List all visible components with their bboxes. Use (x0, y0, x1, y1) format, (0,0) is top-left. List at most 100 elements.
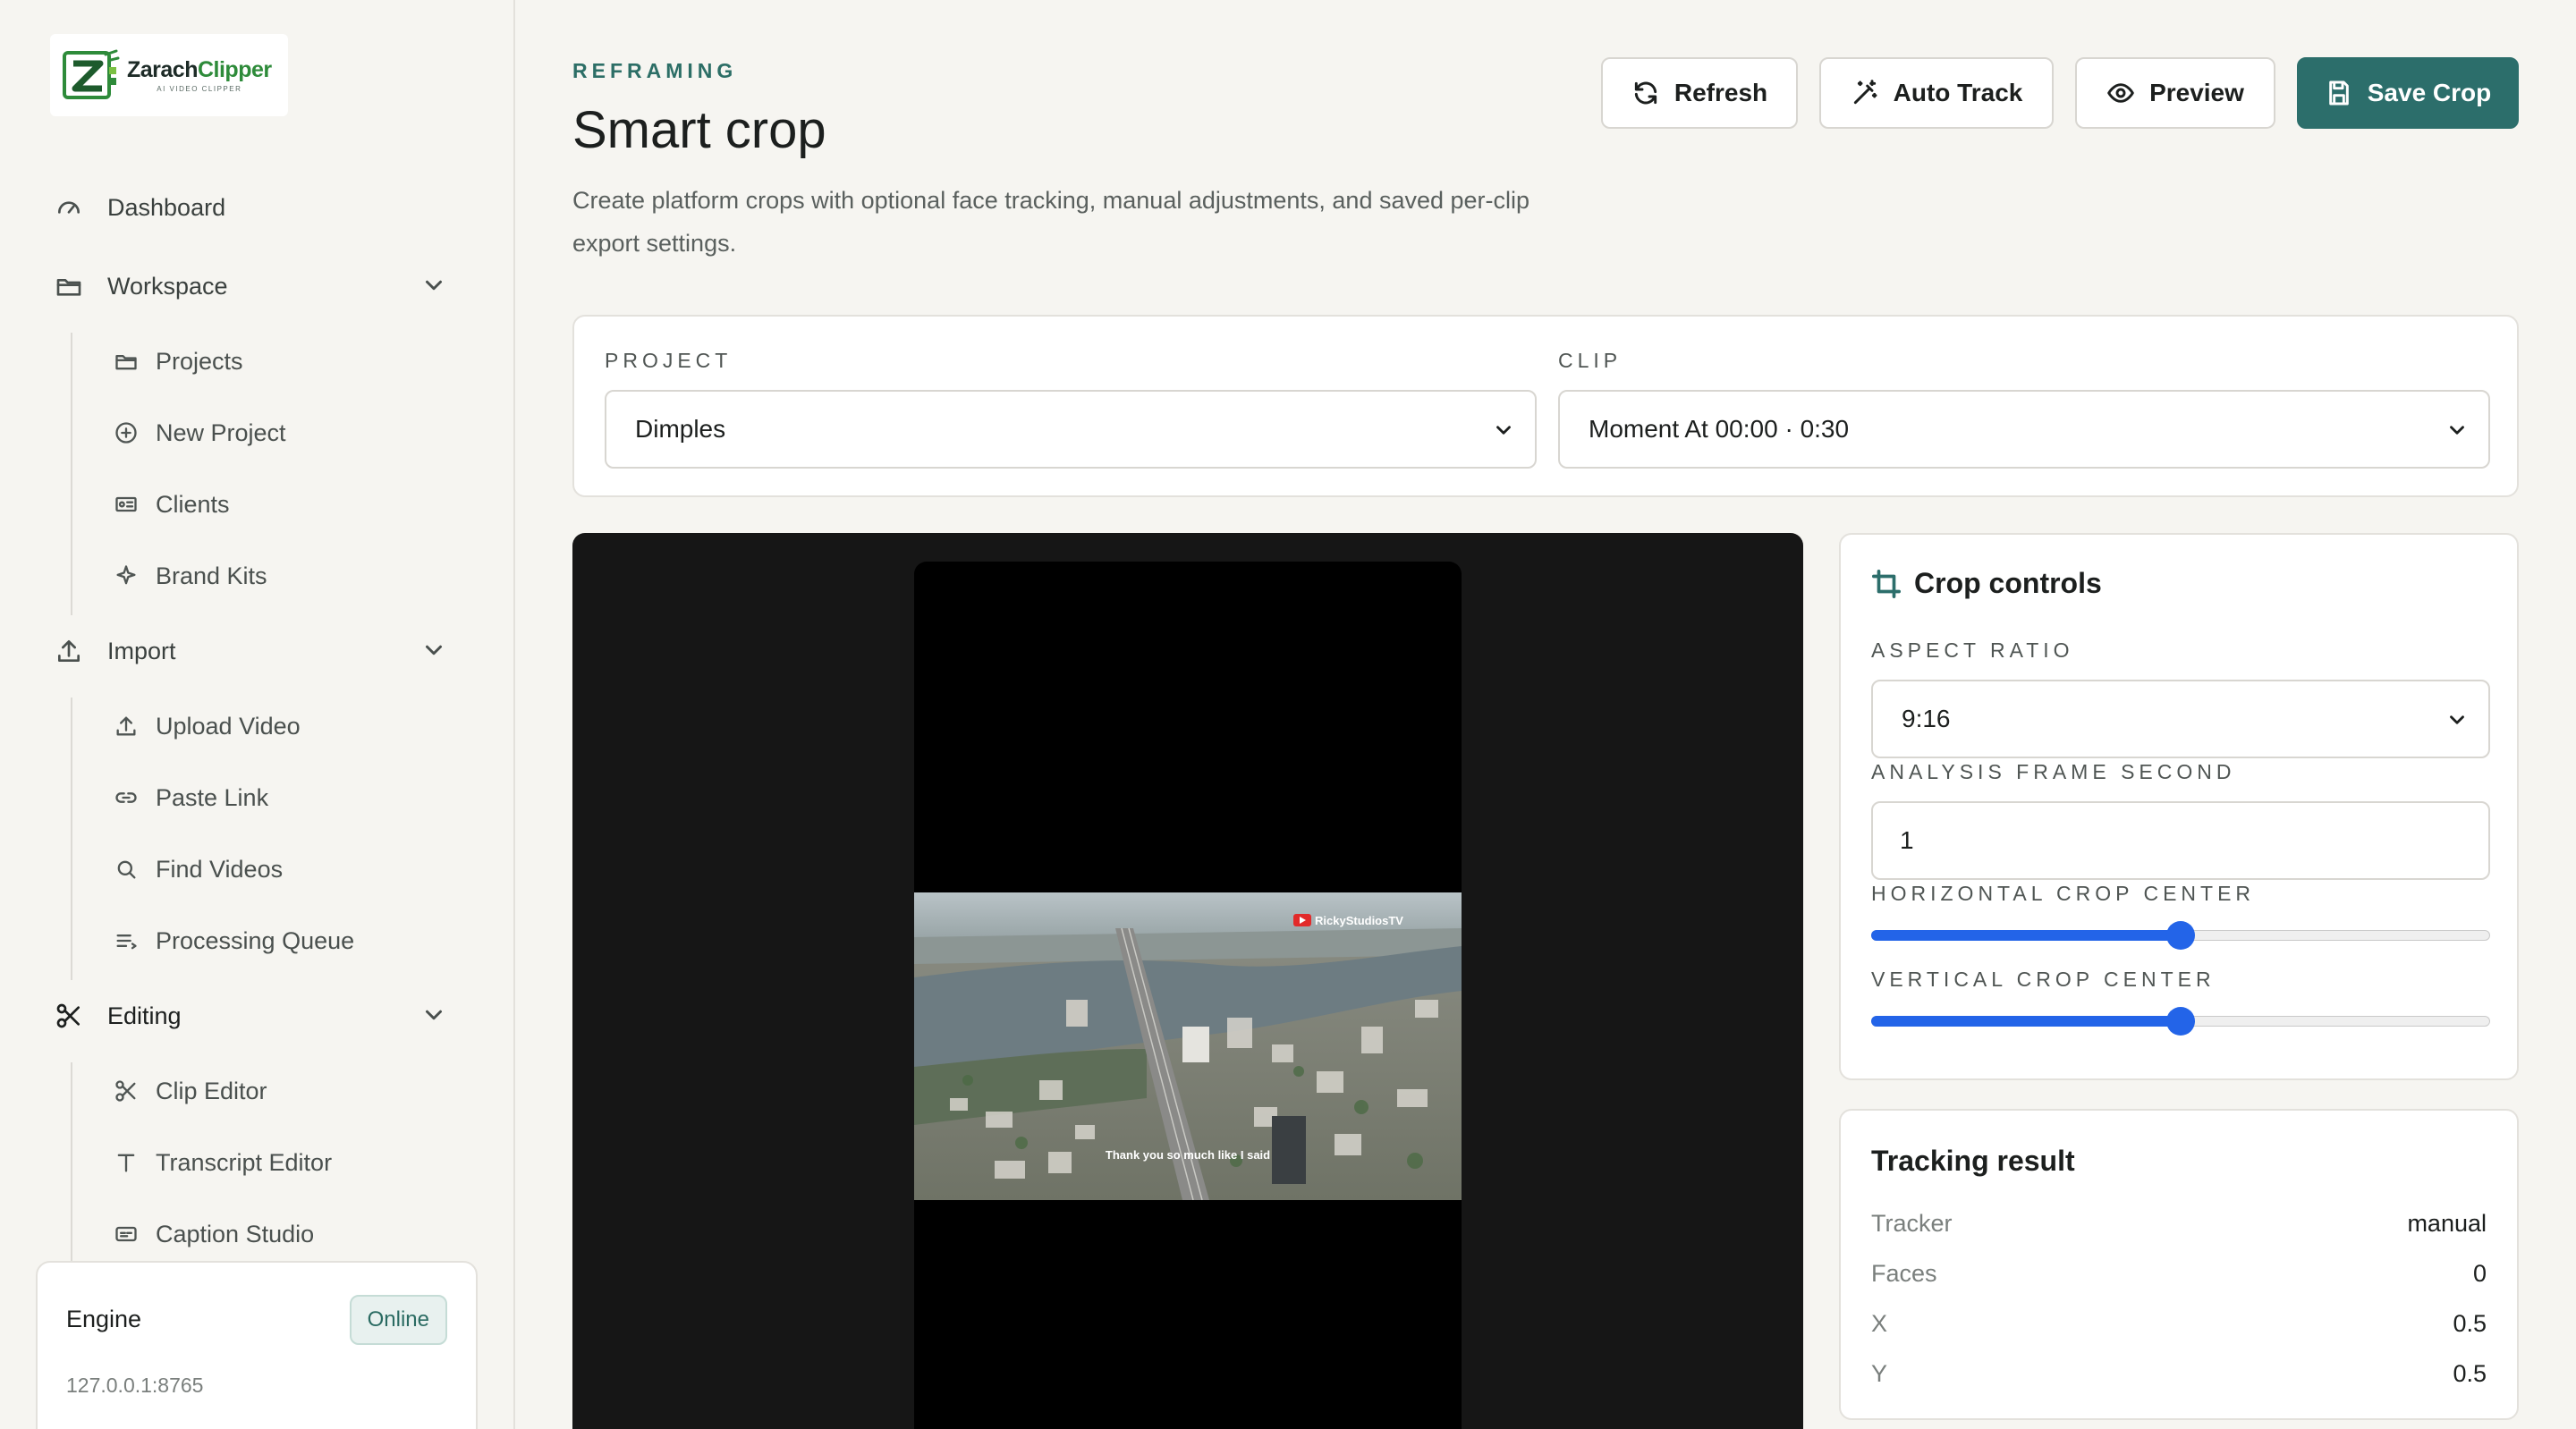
sidebar-item-caption-studio[interactable]: Caption Studio (113, 1209, 314, 1259)
sidebar-item-label: Caption Studio (156, 1220, 315, 1247)
auto-track-button[interactable]: Auto Track (1819, 57, 2054, 129)
search-icon (113, 856, 140, 883)
id-card-icon (113, 491, 140, 518)
tracking-value: 0 (2472, 1259, 2487, 1287)
folder-icon (54, 271, 84, 301)
sidebar-group-import[interactable]: Import (54, 624, 176, 678)
vertical-crop-slider[interactable] (1871, 1005, 2490, 1037)
sidebar-item-dashboard[interactable]: Dashboard (54, 181, 225, 234)
page-description: Create platform crops with optional face… (572, 187, 1530, 257)
folder-open-icon (113, 348, 140, 375)
vertical-crop-label: VERTICAL CROP CENTER (1871, 968, 2216, 991)
tracking-result-title: Tracking result (1871, 1145, 2075, 1177)
refresh-button[interactable]: Refresh (1601, 57, 1798, 129)
tracking-value: 0.5 (2453, 1359, 2487, 1387)
status-badge: Online (349, 1295, 447, 1345)
sidebar-item-label: Projects (156, 347, 243, 375)
horizontal-crop-slider[interactable] (1871, 919, 2490, 951)
tracking-value: 0.5 (2453, 1309, 2487, 1337)
crop-frame: RickyStudiosTV Thank you so much like I … (914, 562, 1462, 1429)
sidebar: ZarachClipper AI VIDEO CLIPPER Dashboard… (0, 0, 515, 1429)
project-select-value: Dimples (635, 415, 726, 443)
divider (71, 333, 72, 615)
brand-tagline: AI VIDEO CLIPPER (157, 85, 242, 93)
sidebar-item-label: Find Videos (156, 855, 284, 883)
video-watermark: RickyStudiosTV (1315, 914, 1403, 927)
engine-status-card: Engine Online 127.0.0.1:8765 (36, 1261, 478, 1429)
engine-address: 127.0.0.1:8765 (66, 1374, 204, 1397)
clip-select-value: Moment At 00:00 · 0:30 (1589, 415, 1850, 443)
video-preview[interactable]: RickyStudiosTV Thank you so much like I … (572, 533, 1803, 1429)
crop-icon (1871, 569, 1902, 598)
scissors-icon (54, 1001, 84, 1031)
sparkle-icon (113, 562, 140, 589)
tracking-value: manual (2407, 1209, 2487, 1237)
auto-track-label: Auto Track (1893, 79, 2023, 106)
sidebar-item-processing-queue[interactable]: Processing Queue (113, 916, 354, 966)
captions-icon (113, 1221, 140, 1247)
preview-button[interactable]: Preview (2075, 57, 2275, 129)
aspect-ratio-value: 9:16 (1902, 705, 1951, 732)
engine-title: Engine (66, 1306, 142, 1332)
sidebar-group-label: Workspace (107, 272, 228, 300)
sidebar-item-find-videos[interactable]: Find Videos (113, 844, 283, 894)
sidebar-item-paste-link[interactable]: Paste Link (113, 773, 268, 823)
sidebar-group-editing[interactable]: Editing (54, 989, 182, 1043)
sidebar-item-brand-kits[interactable]: Brand Kits (113, 551, 267, 601)
crop-controls-title: Crop controls (1871, 567, 2102, 600)
tracking-key: X (1871, 1309, 1888, 1337)
upload-icon (113, 713, 140, 740)
clip-select[interactable]: Moment At 00:00 · 0:30 (1558, 390, 2490, 469)
clip-label: CLIP (1558, 349, 1623, 372)
chevron-down-icon (2445, 419, 2469, 442)
slider-fill (1871, 930, 2181, 941)
project-label: PROJECT (605, 349, 733, 372)
chevron-down-icon[interactable] (420, 272, 449, 300)
refresh-icon (1634, 81, 1657, 105)
sidebar-item-label: Upload Video (156, 712, 301, 740)
sidebar-item-label: Clip Editor (156, 1077, 267, 1104)
plus-circle-icon (113, 419, 140, 446)
page-title: Smart crop (572, 101, 826, 159)
chevron-down-icon (2445, 708, 2469, 731)
sidebar-item-upload-video[interactable]: Upload Video (113, 701, 301, 751)
preview-label: Preview (2149, 79, 2244, 106)
video-frame: RickyStudiosTV Thank you so much like I … (914, 892, 1462, 1200)
text-icon (113, 1149, 140, 1176)
sidebar-item-transcript-editor[interactable]: Transcript Editor (113, 1137, 332, 1188)
list-icon (113, 927, 140, 954)
chevron-down-icon[interactable] (420, 1002, 449, 1030)
tracking-row-tracker: Tracker manual (1871, 1205, 2487, 1241)
analysis-frame-input[interactable]: 1 (1871, 801, 2490, 880)
slider-thumb[interactable] (2166, 921, 2195, 950)
crop-controls-card: Crop controls ASPECT RATIO 9:16 ANALYSIS… (1839, 533, 2519, 1080)
magic-wand-icon (1853, 80, 1877, 105)
sidebar-item-clients[interactable]: Clients (113, 479, 230, 529)
analysis-frame-value: 1 (1900, 826, 1914, 854)
upload-icon (54, 636, 84, 666)
analysis-frame-label: ANALYSIS FRAME SECOND (1871, 760, 2236, 783)
tracking-row-y: Y 0.5 (1871, 1356, 2487, 1391)
chevron-down-icon[interactable] (420, 637, 449, 665)
aspect-ratio-select[interactable]: 9:16 (1871, 680, 2490, 758)
slider-thumb[interactable] (2166, 1007, 2195, 1036)
save-crop-button[interactable]: Save Crop (2297, 57, 2519, 129)
brand-logo[interactable]: ZarachClipper AI VIDEO CLIPPER (50, 34, 288, 116)
divider (71, 1062, 72, 1268)
sidebar-item-projects[interactable]: Projects (113, 336, 243, 386)
sidebar-item-label: Clients (156, 490, 230, 518)
divider (71, 698, 72, 980)
tracking-key: Y (1871, 1359, 1888, 1387)
eye-icon (2107, 83, 2134, 103)
sidebar-group-workspace[interactable]: Workspace (54, 259, 228, 313)
refresh-label: Refresh (1674, 79, 1768, 106)
chevron-down-icon (1492, 419, 1515, 442)
sidebar-item-clip-editor[interactable]: Clip Editor (113, 1066, 267, 1116)
project-select[interactable]: Dimples (605, 390, 1537, 469)
sidebar-item-label: Processing Queue (156, 926, 355, 954)
sidebar-item-label: Paste Link (156, 783, 269, 811)
sidebar-item-new-project[interactable]: New Project (113, 408, 286, 458)
link-icon (113, 784, 140, 811)
sidebar-item-label: Brand Kits (156, 562, 267, 589)
sidebar-item-label: New Project (156, 419, 286, 446)
